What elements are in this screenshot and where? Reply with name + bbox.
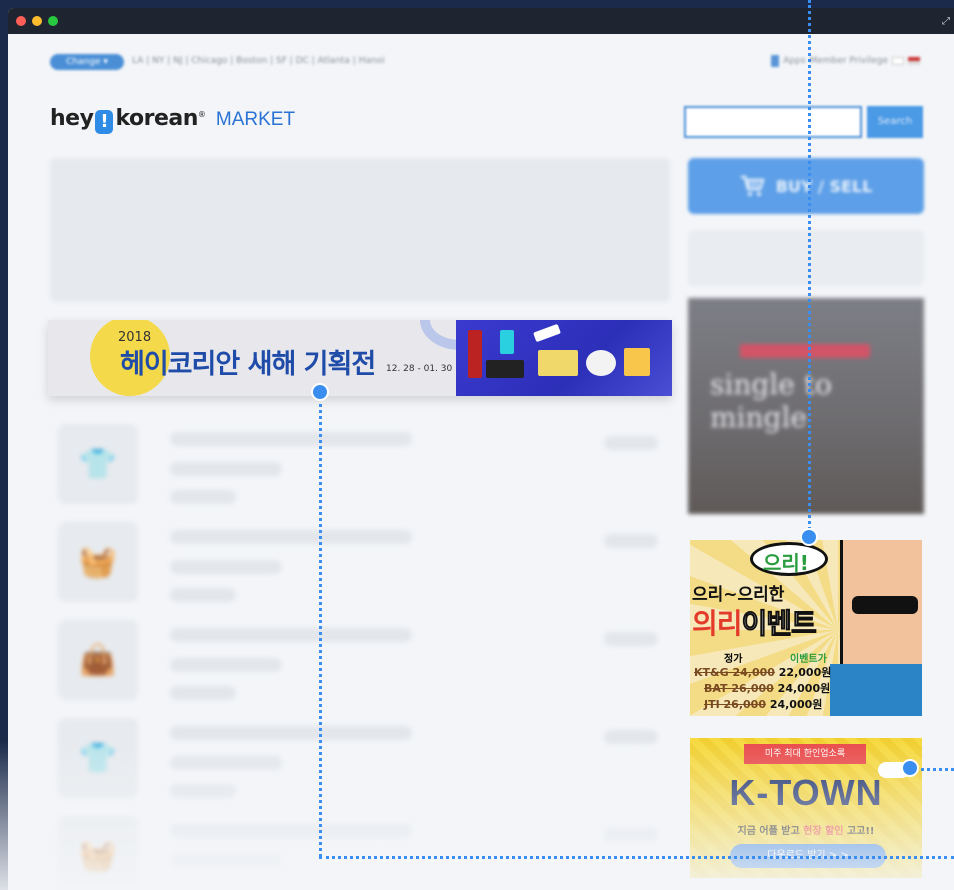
page-content: Change ▾ LA | NY | NJ | Chicago | Boston… <box>8 34 954 890</box>
promo-title: 헤이코리안 새해 기획전 <box>120 349 376 380</box>
logo-market: MARKET <box>215 109 296 130</box>
logo-korean: korean <box>115 106 198 131</box>
shirt-icon: 👕 <box>58 424 138 504</box>
list-item[interactable]: 👕 <box>58 424 658 504</box>
main-banner-placeholder <box>50 158 670 302</box>
list-item[interactable]: 👜 <box>58 620 658 700</box>
buy-sell-button[interactable]: BUY / SELL <box>688 158 924 214</box>
connector-line-vertical-left <box>319 392 322 857</box>
change-label: Change <box>66 57 101 67</box>
sunglasses-icon <box>852 596 918 614</box>
list-item[interactable]: 👕 <box>58 718 658 798</box>
airplane-icon <box>533 323 561 343</box>
new-year-promo-banner[interactable]: 2018 헤이코리안 새해 기획전 12. 28 - 01. 30 <box>48 320 672 396</box>
connector-node-ktown <box>901 759 919 777</box>
minimize-window-button[interactable] <box>32 16 42 26</box>
search-button[interactable]: Search <box>867 106 923 138</box>
ad-tag <box>740 344 870 358</box>
fullscreen-arrows-icon[interactable]: ⤢ <box>942 16 950 27</box>
cosmetic-box-icon <box>500 330 514 354</box>
top-navigation: Change ▾ LA | NY | NJ | Chicago | Boston… <box>50 54 920 72</box>
connector-node-promo <box>311 383 329 401</box>
change-city-button[interactable]: Change ▾ <box>50 54 124 70</box>
mask-device-icon <box>586 350 616 376</box>
logo-bang: ! <box>95 110 114 134</box>
us-flag-icon[interactable] <box>908 57 920 65</box>
top-right-links: Apps Member Privilege <box>771 55 920 67</box>
promo-dates: 12. 28 - 01. 30 <box>386 364 453 374</box>
search-input[interactable] <box>684 106 862 138</box>
promo-products-panel <box>456 320 672 396</box>
basket-icon: 🧺 <box>58 522 138 602</box>
registered-mark-icon: ® <box>197 110 206 119</box>
close-window-button[interactable] <box>16 16 26 26</box>
ktown-subtitle: 지금 어플 받고 현장 할인 고고!! <box>737 826 875 837</box>
window-titlebar: ⤢ <box>8 8 954 34</box>
ktown-title: K-TOWN <box>729 772 883 813</box>
juicer-product-icon <box>468 330 482 378</box>
side-placeholder <box>688 230 924 286</box>
price-row: JTI 26,000 24,000원 <box>704 698 823 711</box>
regular-price-header: 정가 <box>724 654 743 665</box>
euri-headline-2: 의리이벤트 <box>692 607 817 641</box>
cosmetics-set-icon <box>538 350 578 376</box>
ktown-ribbon: 미주 최대 한인업소록 <box>744 744 866 764</box>
event-price-header: 이벤트가 <box>790 654 827 665</box>
shopping-cart-icon <box>740 175 765 196</box>
price-row: KT&G 24,000 22,000원 <box>694 666 832 679</box>
connector-line-horizontal-bottom <box>319 856 954 859</box>
basket-icon: 🧺 <box>58 816 138 890</box>
browser-window: ⤢ Change ▾ LA | NY | NJ | Chicago | Bost… <box>8 8 954 890</box>
buy-sell-label: BUY / SELL <box>775 176 873 196</box>
euri-event-ad[interactable]: 으리! 으리~으리한 의리이벤트 정가 이벤트가 KT&G 24,000 22,… <box>690 540 922 716</box>
phone-icon <box>771 55 780 67</box>
gift-box-icon <box>624 348 650 376</box>
list-item[interactable]: 🧺 <box>58 816 658 890</box>
connector-node-soju <box>800 528 818 546</box>
logo-hey: hey <box>50 106 94 131</box>
korea-flag-icon[interactable] <box>892 57 904 65</box>
chocolate-box-icon <box>486 360 524 378</box>
man-suit <box>830 664 922 716</box>
single-to-mingle-ad[interactable]: single to mingle <box>688 298 924 514</box>
zoom-window-button[interactable] <box>48 16 58 26</box>
price-row: BAT 26,000 24,000원 <box>704 682 831 695</box>
shirt-icon: 👕 <box>58 718 138 798</box>
heykorean-market-logo[interactable]: hey ! korean ® MARKET <box>50 106 296 134</box>
single-to-mingle-text: single to mingle <box>710 368 832 434</box>
connector-line-vertical-right <box>808 0 811 530</box>
member-privilege-link[interactable]: Member Privilege <box>810 56 888 66</box>
list-item[interactable]: 🧺 <box>58 522 658 602</box>
shopping-bag-icon: 👜 <box>58 620 138 700</box>
apps-link[interactable]: Apps <box>783 56 805 66</box>
speech-bubble: 으리! <box>750 542 828 576</box>
city-links[interactable]: LA | NY | NJ | Chicago | Boston | SF | D… <box>132 56 385 66</box>
